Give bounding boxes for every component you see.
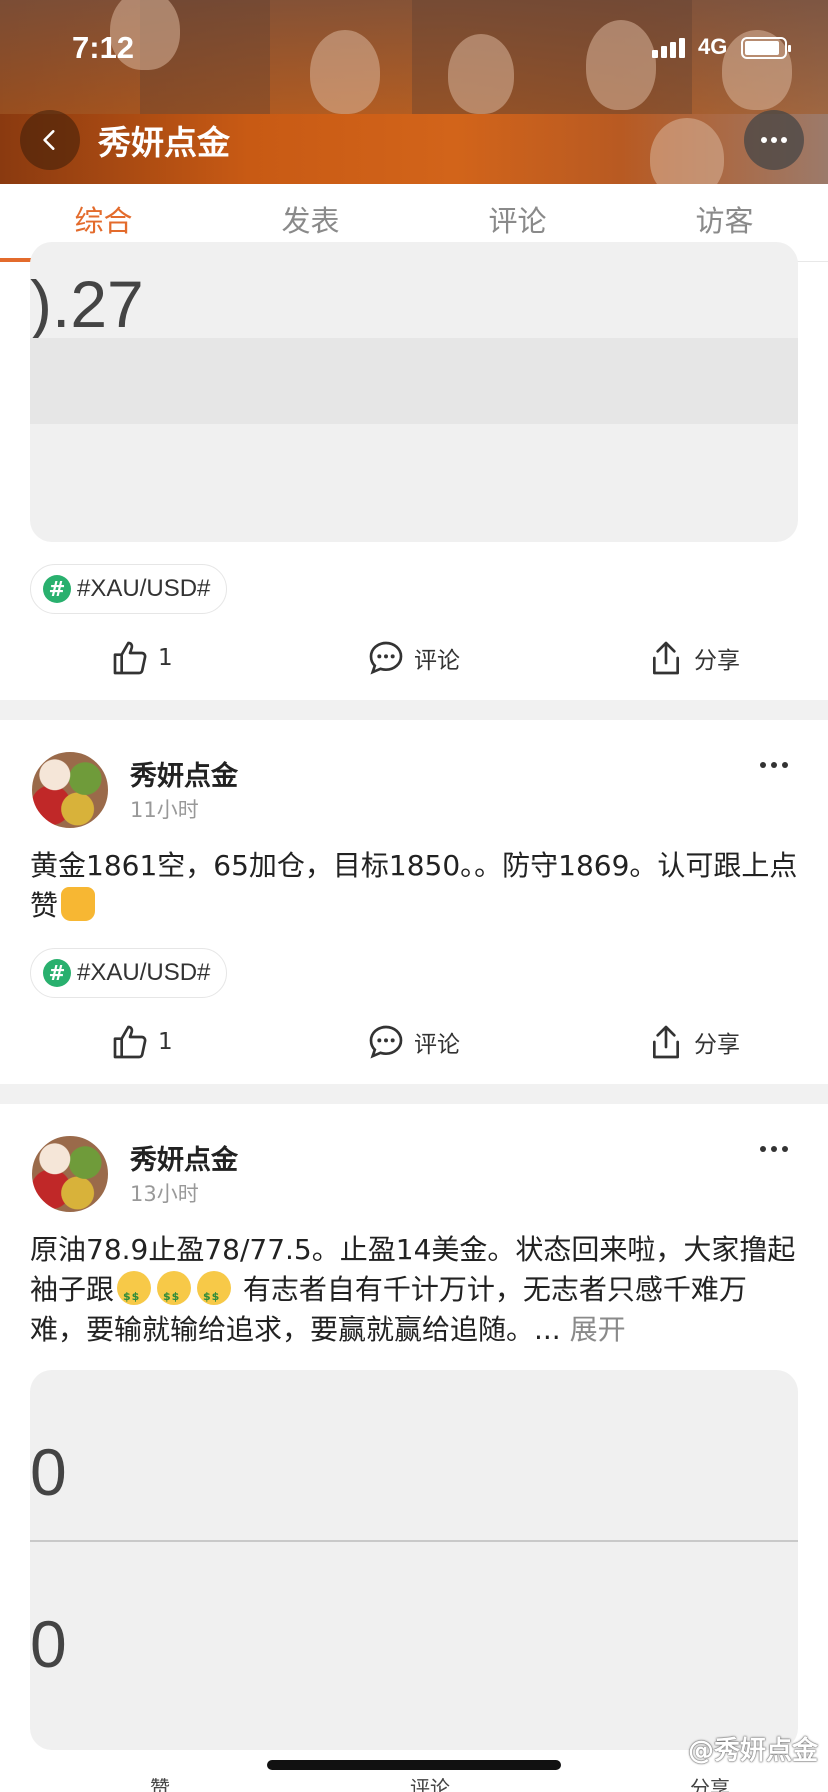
avatar[interactable] (30, 750, 110, 830)
comment-bubble-icon (369, 1025, 403, 1059)
post-card[interactable]: 秀妍点金 13小时 原油78.9止盈78/77.5。止盈14美金。状态回来啦，大… (0, 1104, 828, 1792)
like-count: 1 (158, 1029, 173, 1055)
author-name[interactable]: 秀妍点金 (130, 754, 238, 793)
network-type: 4G (698, 34, 728, 59)
chevron-left-icon (43, 130, 55, 150)
money-mouth-emoji-icon (197, 1271, 232, 1317)
hashtag-icon: # (43, 575, 71, 603)
like-label[interactable]: 赞 (150, 1772, 170, 1792)
image-text: ).27 (30, 267, 144, 341)
post-image[interactable]: ).27 (30, 242, 798, 542)
watermark: @秀妍点金 (687, 1736, 818, 1766)
avatar[interactable] (30, 1134, 110, 1214)
post-more-button[interactable] (760, 1146, 788, 1152)
status-bar: 7:12 4G (0, 28, 828, 72)
post-header: 秀妍点金 11小时 (30, 750, 800, 830)
post-card[interactable]: 秀妍点金 11小时 黄金1861空，65加仓，目标1850。。防守1869。认可… (0, 720, 828, 1084)
like-button[interactable]: 1 (110, 1012, 173, 1072)
image-text: 0 (30, 1435, 67, 1509)
share-label[interactable]: 分享 (690, 1772, 730, 1792)
post-text: 原油78.9止盈78/77.5。止盈14美金。状态回来啦，大家撸起袖子跟 有志者… (30, 1230, 800, 1350)
like-button[interactable]: 1 (110, 628, 173, 688)
tag-label: #XAU/USD# (77, 959, 211, 986)
page-title: 秀妍点金 (98, 123, 230, 162)
post-actions-peek: 赞 评论 分享 (0, 1770, 828, 1792)
share-label: 分享 (694, 1032, 740, 1058)
profile-header: 7:12 4G 秀妍点金 (0, 0, 828, 184)
share-button[interactable]: 分享 (646, 628, 740, 688)
comment-button[interactable]: 评论 (366, 1012, 460, 1072)
back-button[interactable] (20, 110, 80, 170)
topic-tag[interactable]: # #XAU/USD# (30, 564, 228, 614)
expand-link[interactable]: 展开 (570, 1313, 626, 1346)
author-name[interactable]: 秀妍点金 (130, 1138, 238, 1177)
post-actions: 1 评论 分享 (0, 1012, 828, 1072)
share-label: 分享 (694, 648, 740, 674)
comment-button[interactable]: 评论 (366, 628, 460, 688)
topic-tag[interactable]: # #XAU/USD# (30, 948, 228, 998)
thumbs-up-emoji-icon (61, 887, 96, 921)
comment-label: 评论 (414, 648, 460, 674)
post-more-button[interactable] (760, 762, 788, 768)
thumbs-up-icon (113, 641, 147, 675)
image-gridline (30, 1540, 798, 1542)
post-text-content: 黄金1861空，65加仓，目标1850。。防守1869。认可跟上点赞 (30, 849, 798, 922)
share-icon (653, 641, 679, 675)
more-options-button[interactable] (744, 110, 804, 170)
image-text: 0 (30, 1607, 67, 1681)
post-card[interactable]: ).27 # #XAU/USD# 1 评论 分享 (0, 242, 828, 700)
home-indicator[interactable] (267, 1760, 561, 1770)
like-count: 1 (158, 645, 173, 671)
battery-icon (741, 37, 791, 59)
post-header: 秀妍点金 13小时 (30, 1134, 800, 1214)
post-time: 13小时 (130, 1182, 199, 1206)
thumbs-up-icon (113, 1025, 147, 1059)
hashtag-icon: # (43, 959, 71, 987)
post-actions: 1 评论 分享 (0, 628, 828, 688)
money-mouth-emoji-icon (157, 1271, 192, 1317)
comment-label[interactable]: 评论 (410, 1772, 450, 1792)
money-mouth-emoji-icon (117, 1271, 152, 1317)
comment-label: 评论 (414, 1032, 460, 1058)
status-time: 7:12 (72, 30, 135, 65)
share-icon (653, 1025, 679, 1059)
comment-bubble-icon (369, 641, 403, 675)
post-image[interactable]: 0 0 (30, 1370, 798, 1750)
share-button[interactable]: 分享 (646, 1012, 740, 1072)
tag-label: #XAU/USD# (77, 575, 211, 602)
signal-icon (652, 38, 685, 58)
post-text: 黄金1861空，65加仓，目标1850。。防守1869。认可跟上点赞 (30, 846, 800, 926)
post-time: 11小时 (130, 798, 199, 822)
